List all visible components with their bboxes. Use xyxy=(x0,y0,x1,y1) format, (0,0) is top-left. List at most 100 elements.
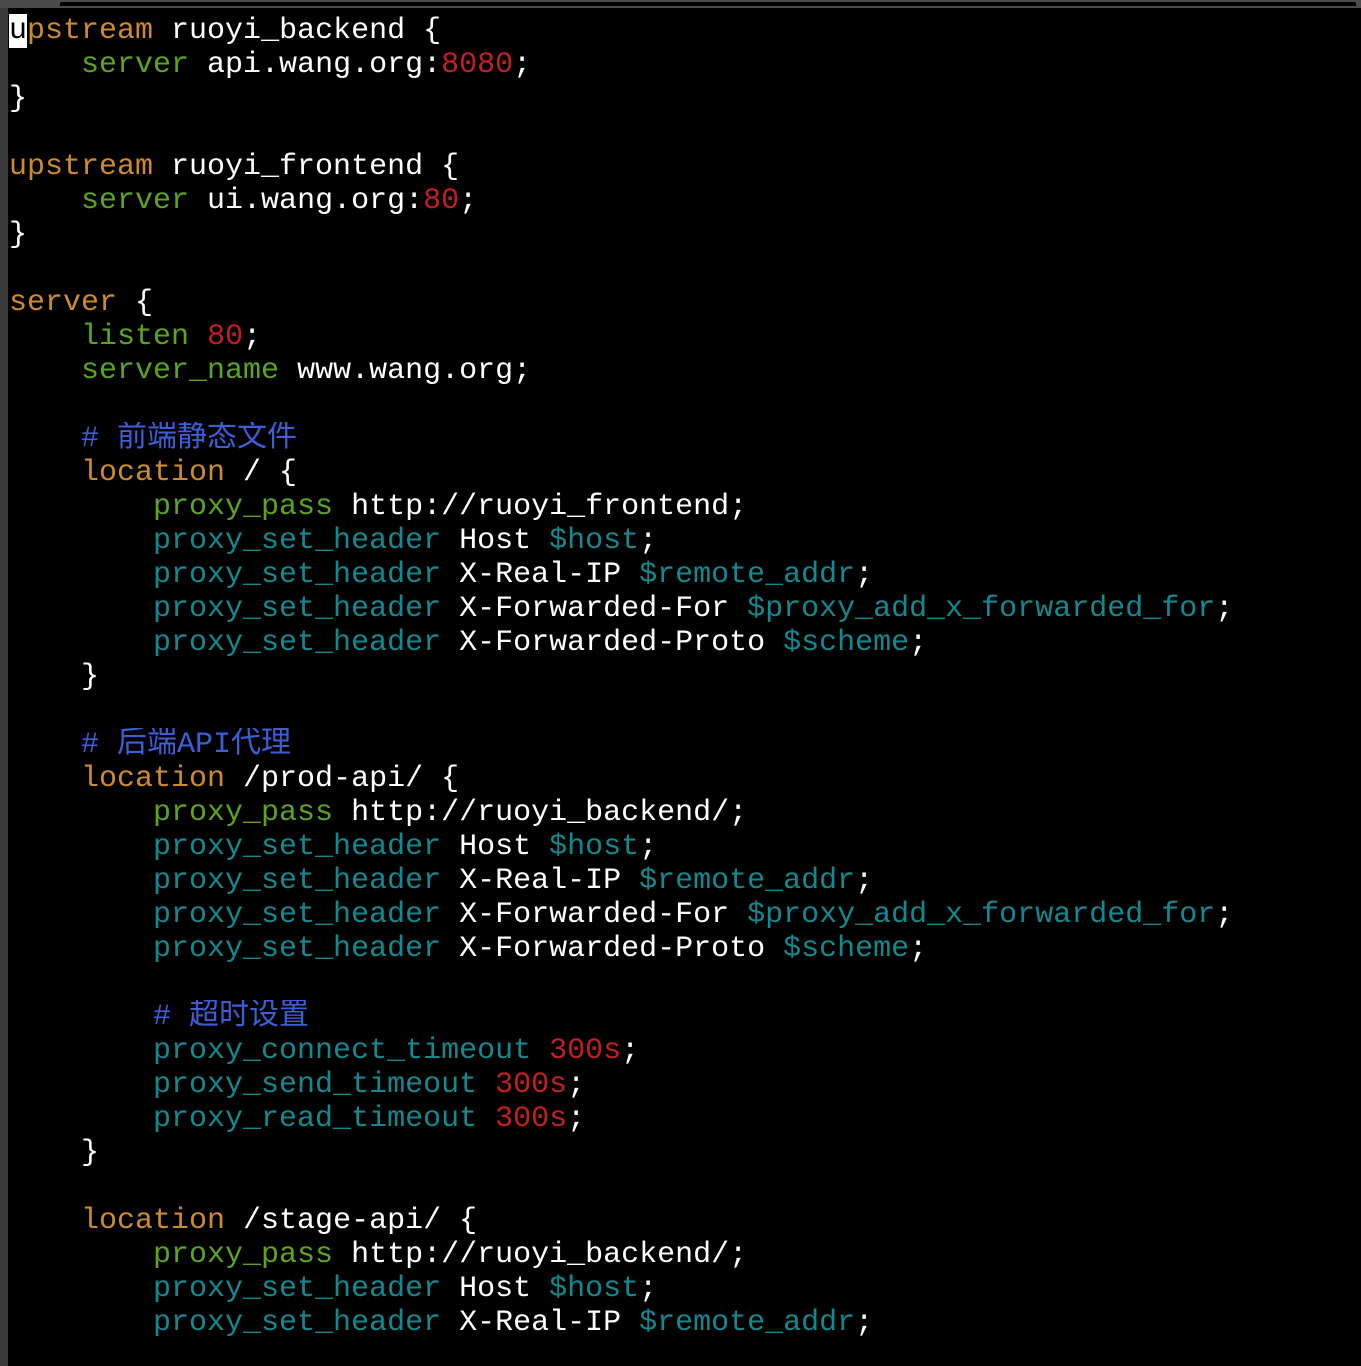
code-directive: proxy_set_header xyxy=(153,626,442,660)
code-directive: proxy_set_header xyxy=(153,1272,442,1306)
code-line[interactable]: upstream ruoyi_backend { xyxy=(9,14,1354,48)
code-text: } xyxy=(9,1136,100,1170)
code-directive: listen xyxy=(81,320,190,354)
code-line[interactable]: location /prod-api/ { xyxy=(9,762,1354,796)
code-line[interactable]: proxy_set_header Host $host; xyxy=(9,524,1354,558)
code-line[interactable]: proxy_connect_timeout 300s; xyxy=(9,1034,1354,1068)
code-text: { xyxy=(117,286,154,320)
code-line[interactable]: proxy_set_header X-Forwarded-For $proxy_… xyxy=(9,898,1354,932)
code-variable: $proxy_add_x_forwarded_for xyxy=(747,898,1216,932)
code-line[interactable]: proxy_set_header X-Real-IP $remote_addr; xyxy=(9,864,1354,898)
code-line[interactable]: location / { xyxy=(9,456,1354,490)
code-text: ; xyxy=(513,48,532,82)
code-line[interactable]: listen 80; xyxy=(9,320,1354,354)
code-text: ; xyxy=(1215,592,1234,626)
code-line[interactable] xyxy=(9,388,1354,422)
code-line[interactable] xyxy=(9,252,1354,286)
code-text: ; xyxy=(855,864,874,898)
code-line[interactable]: location /stage-api/ { xyxy=(9,1204,1354,1238)
code-line[interactable]: proxy_set_header X-Forwarded-Proto $sche… xyxy=(9,932,1354,966)
code-line[interactable] xyxy=(9,1170,1354,1204)
code-text: ; xyxy=(909,932,928,966)
window-left-border xyxy=(0,8,8,1366)
code-line[interactable]: proxy_pass http://ruoyi_backend/; xyxy=(9,1238,1354,1272)
code-line[interactable]: server { xyxy=(9,286,1354,320)
code-text: www.wang.org; xyxy=(279,354,532,388)
code-line[interactable]: proxy_set_header X-Forwarded-Proto $sche… xyxy=(9,626,1354,660)
code-comment: # 前端静态文件 xyxy=(81,422,298,456)
code-text: ; xyxy=(639,1272,658,1306)
code-line[interactable]: proxy_set_header Host $host; xyxy=(9,830,1354,864)
code-line[interactable]: proxy_pass http://ruoyi_backend/; xyxy=(9,796,1354,830)
code-line[interactable]: } xyxy=(9,1136,1354,1170)
code-text: X-Forwarded-Proto xyxy=(441,932,784,966)
code-text: ruoyi_frontend { xyxy=(153,150,460,184)
code-text: ; xyxy=(855,558,874,592)
code-text: / { xyxy=(225,456,298,490)
code-line[interactable]: proxy_read_timeout 300s; xyxy=(9,1102,1354,1136)
code-line[interactable]: } xyxy=(9,218,1354,252)
code-number: 80 xyxy=(423,184,460,218)
code-line[interactable]: } xyxy=(9,82,1354,116)
code-directive: proxy_set_header xyxy=(153,524,442,558)
code-text: ; xyxy=(1215,898,1234,932)
code-text: Host xyxy=(441,830,550,864)
code-line[interactable]: # 超时设置 xyxy=(9,1000,1354,1034)
code-line[interactable]: # 前端静态文件 xyxy=(9,422,1354,456)
code-line[interactable]: # 后端API代理 xyxy=(9,728,1354,762)
code-line[interactable]: proxy_set_header X-Forwarded-For $proxy_… xyxy=(9,592,1354,626)
code-line[interactable]: proxy_set_header X-Real-IP $remote_addr; xyxy=(9,558,1354,592)
code-text: X-Forwarded-For xyxy=(441,592,748,626)
code-directive: proxy_set_header xyxy=(153,932,442,966)
code-text: ; xyxy=(909,626,928,660)
code-line[interactable]: upstream ruoyi_frontend { xyxy=(9,150,1354,184)
code-line[interactable]: proxy_set_header X-Real-IP $remote_addr; xyxy=(9,1306,1354,1340)
code-variable: $remote_addr xyxy=(639,1306,856,1340)
code-text: ; xyxy=(855,1306,874,1340)
code-text: ; xyxy=(621,1034,640,1068)
code-line[interactable] xyxy=(9,966,1354,1000)
code-variable: $proxy_add_x_forwarded_for xyxy=(747,592,1216,626)
code-text: ruoyi_backend { xyxy=(153,14,442,48)
code-line[interactable]: server api.wang.org:8080; xyxy=(9,48,1354,82)
code-line[interactable]: server_name www.wang.org; xyxy=(9,354,1354,388)
code-line[interactable]: server ui.wang.org:80; xyxy=(9,184,1354,218)
code-text: X-Real-IP xyxy=(441,1306,640,1340)
code-directive: proxy_set_header xyxy=(153,830,442,864)
code-text: ; xyxy=(639,524,658,558)
code-text: X-Forwarded-Proto xyxy=(441,626,784,660)
code-text: ; xyxy=(639,830,658,864)
code-line[interactable]: proxy_send_timeout 300s; xyxy=(9,1068,1354,1102)
code-variable: $host xyxy=(549,1272,640,1306)
code-keyword: upstream xyxy=(9,150,154,184)
code-line[interactable]: } xyxy=(9,660,1354,694)
code-number: 300s xyxy=(495,1068,568,1102)
code-line[interactable] xyxy=(9,694,1354,728)
code-line[interactable] xyxy=(9,116,1354,150)
code-variable: $scheme xyxy=(783,626,910,660)
code-line[interactable]: proxy_pass http://ruoyi_frontend; xyxy=(9,490,1354,524)
code-line[interactable]: proxy_set_header Host $host; xyxy=(9,1272,1354,1306)
code-number: 8080 xyxy=(441,48,514,82)
code-text: } xyxy=(9,218,28,252)
code-editor[interactable]: upstream ruoyi_backend { server api.wang… xyxy=(9,14,1354,1340)
code-directive: proxy_pass xyxy=(153,1238,334,1272)
